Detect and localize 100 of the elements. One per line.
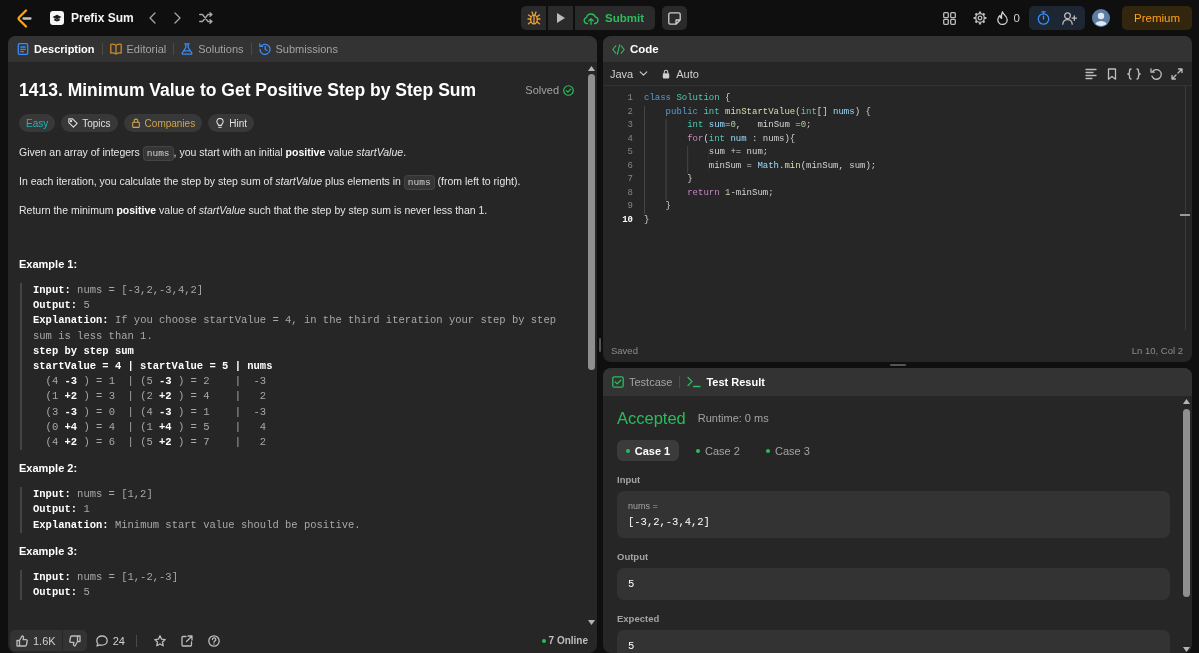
timer-icon[interactable]	[1037, 11, 1050, 25]
resize-handle[interactable]	[889, 364, 906, 366]
example-heading: Example 3:	[19, 543, 79, 559]
example-heading: Example 2:	[19, 461, 79, 477]
line-number: 10	[621, 213, 633, 227]
panel-tab[interactable]: Testcase	[612, 370, 673, 394]
description-paragraph: Given an array of integers nums , you start with an initial positive value startValue.	[19, 145, 408, 162]
runtime-label: Runtime: 0 ms	[697, 412, 769, 424]
terminal-icon	[687, 376, 702, 388]
debug-button[interactable]	[521, 6, 546, 30]
chevron-left-icon[interactable]	[148, 12, 156, 24]
braces-icon[interactable]	[1127, 67, 1141, 80]
cloud-upload-icon	[583, 11, 599, 25]
line-number: 1	[626, 92, 633, 105]
help-icon[interactable]	[207, 634, 220, 647]
line-number: 4	[626, 132, 633, 146]
code-line: return 1-minSum;	[644, 186, 1180, 200]
comments-button[interactable]: 24	[95, 634, 125, 647]
scroll-down-arrow-icon[interactable]	[1182, 647, 1190, 652]
star-icon[interactable]	[153, 634, 166, 647]
cursor-marker	[1180, 214, 1190, 216]
code-line: }	[644, 173, 1180, 187]
code-line: }	[644, 200, 1180, 214]
like-button[interactable]: 1.6K	[16, 634, 56, 647]
premium-button[interactable]: Premium	[1122, 6, 1192, 30]
resize-handle[interactable]	[599, 337, 601, 352]
checkbox-icon	[612, 376, 624, 388]
format-icon[interactable]	[1085, 67, 1097, 80]
field-value: 5	[628, 639, 636, 653]
description-paragraph: Return the minimum positive value of startValue such that the step by step sum is never less than 1.	[19, 203, 489, 218]
case-tab[interactable]: Case 1	[617, 440, 679, 461]
panel-tab[interactable]: Description	[17, 37, 95, 61]
cursor-position: Ln 10, Col 2	[1131, 344, 1183, 356]
problem-list-button[interactable]: Prefix Sum	[50, 7, 134, 29]
case-tab[interactable]: Case 3	[757, 440, 819, 461]
comment-icon	[95, 634, 108, 647]
undo-icon[interactable]	[1150, 67, 1162, 80]
autocomplete-mode-button[interactable]: Auto	[662, 67, 699, 80]
settings-icon[interactable]	[972, 11, 987, 25]
play-icon	[555, 12, 566, 24]
notes-button[interactable]	[662, 6, 687, 30]
code-line: for(int num : nums){	[644, 132, 1180, 146]
solved-status: Solved	[525, 84, 559, 96]
problem-title: 1413. Minimum Value to Get Positive Step by Step Sum	[19, 79, 477, 102]
example-line: Input: nums = [1,2]	[33, 487, 154, 503]
panel-tab[interactable]: Test Result	[687, 370, 765, 394]
streak-button[interactable]: 0	[996, 11, 1020, 25]
example-line: (1 +2 ) = 3 | (2 +2 ) = 4 | 2	[44, 389, 268, 405]
logo-icon[interactable]	[16, 8, 32, 28]
example-line: Output: 5	[33, 298, 91, 314]
fire-icon	[996, 11, 1008, 25]
example-line: (3 -3 ) = 0 | (4 -3 ) = 1 | -3	[44, 404, 268, 420]
code-line: sum += num;	[644, 146, 1180, 160]
scroll-up-arrow-icon[interactable]	[1182, 399, 1190, 404]
bookmark-icon[interactable]	[1106, 67, 1118, 80]
line-number: 3	[626, 119, 633, 132]
submit-button[interactable]: Submit	[575, 6, 655, 30]
lock-icon	[130, 118, 141, 128]
flask-icon	[181, 43, 194, 55]
example-line: Explanation: Minimum start value should be positive.	[33, 517, 362, 533]
user-avatar-icon[interactable]	[1092, 9, 1110, 27]
expand-icon[interactable]	[1171, 67, 1183, 80]
history-icon	[258, 43, 271, 55]
scrollbar-thumb[interactable]	[587, 74, 595, 370]
run-button[interactable]	[548, 6, 573, 30]
shuffle-icon[interactable]	[198, 12, 213, 24]
code-line: class Solution {	[644, 92, 732, 105]
online-status-dot-icon	[541, 638, 546, 643]
add-user-icon[interactable]	[1062, 11, 1077, 25]
line-number: 6	[626, 159, 633, 173]
layout-icon[interactable]	[942, 11, 956, 25]
scroll-up-arrow-icon[interactable]	[587, 66, 595, 71]
field-label: Input	[617, 473, 642, 486]
check-circle-icon	[563, 84, 574, 96]
field-label: Output	[617, 550, 650, 563]
panel-tab[interactable]: Solutions	[181, 37, 244, 61]
description-paragraph: In each iteration, you calculate the step by step sum of startValue plus elements in nums (from left to right).	[19, 174, 522, 191]
share-icon[interactable]	[180, 634, 193, 647]
example-line: (0 +4 ) = 4 | (1 +4 ) = 5 | 4	[44, 419, 268, 435]
example-line: Output: 1	[33, 502, 91, 518]
variable-name: nums =	[628, 500, 659, 512]
field-value: [-3,2,-3,4,2]	[628, 515, 711, 529]
thumbs-down-icon[interactable]	[68, 634, 81, 647]
code-tab[interactable]: Code	[612, 43, 659, 55]
hint-button[interactable]: Hint	[208, 114, 254, 132]
code-line: int sum=0, minSum =0;	[644, 119, 1180, 133]
field-value: 5	[628, 577, 636, 591]
language-dropdown[interactable]: Java	[610, 67, 649, 80]
example-heading: Example 1:	[19, 257, 79, 272]
companies-button[interactable]: Companies	[123, 114, 203, 132]
panel-tab[interactable]: Editorial	[109, 37, 167, 61]
scrollbar-thumb[interactable]	[1182, 409, 1190, 597]
example-line: step by step sum	[33, 343, 135, 359]
note-icon	[668, 11, 681, 25]
topics-button[interactable]: Topics	[61, 114, 118, 132]
panel-tab[interactable]: Submissions	[258, 37, 338, 61]
chevron-down-icon	[639, 71, 649, 76]
scroll-down-arrow-icon[interactable]	[587, 620, 595, 625]
case-tab[interactable]: Case 2	[687, 440, 749, 461]
chevron-right-icon[interactable]	[173, 12, 181, 24]
